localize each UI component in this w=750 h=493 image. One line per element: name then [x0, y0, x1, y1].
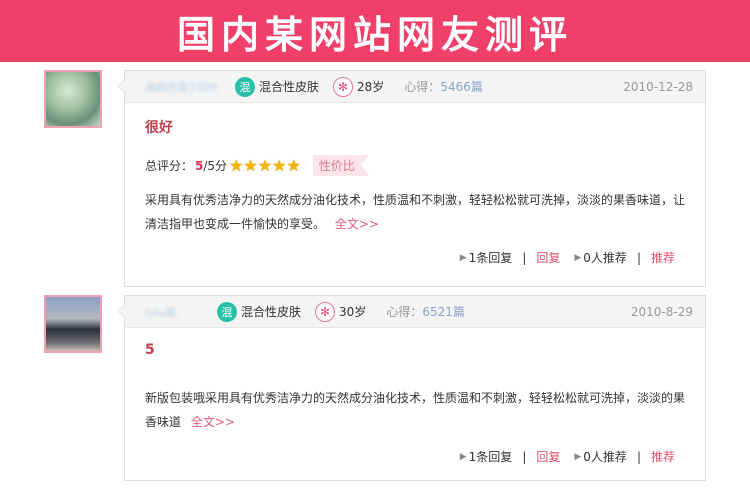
caret-right-icon: ▶: [574, 451, 582, 462]
experience-count[interactable]: 6521篇: [422, 303, 465, 320]
divider: |: [522, 449, 527, 464]
banner-title: 国内某网站网友测评: [176, 12, 573, 57]
experience-count[interactable]: 5466篇: [440, 78, 483, 95]
star-icon: ★: [243, 155, 258, 175]
recommend-count: 0人推荐: [583, 251, 627, 265]
skin-type-label: 混合性皮肤: [259, 80, 320, 94]
avatar[interactable]: [44, 70, 102, 128]
review-actions: ▶ 1条回复 | 回复 ▶ 0人推荐 | 推荐: [460, 249, 675, 266]
caret-right-icon: ▶: [459, 252, 467, 263]
recommend-count: 0人推荐: [583, 450, 627, 464]
experience-label: 心得：: [404, 80, 441, 94]
review-body: 采用具有优秀洁净力的天然成分油化技术，性质温和不刺激，轻轻松松就可洗掉，淡淡的果…: [145, 188, 687, 236]
skin-type-icon: 混: [235, 76, 255, 97]
age-icon: ✻: [315, 301, 336, 322]
read-more-link[interactable]: 全文>>: [191, 415, 235, 429]
review-card: lulu猫 混 混合性皮肤 ✻ 30岁 心得： 6521篇 2010-8-29 …: [117, 295, 706, 481]
experience-label: 心得：: [386, 305, 423, 319]
review-actions: ▶ 1条回复 | 回复 ▶ 0人推荐 | 推荐: [460, 448, 675, 465]
age-label: 28岁: [357, 80, 385, 94]
read-more-link[interactable]: 全文>>: [335, 217, 379, 231]
reply-count[interactable]: 1条回复: [469, 448, 513, 465]
page-banner: 国内某网站网友测评: [0, 0, 750, 62]
review-text: 采用具有优秀洁净力的天然成分油化技术，性质温和不刺激，轻轻松松就可洗掉，淡淡的果…: [145, 193, 686, 231]
star-icon: ★: [257, 155, 273, 175]
review-card: 海鸥的鱼1009 混 混合性皮肤 ✻ 28岁 心得： 5466篇 2010-12…: [117, 70, 706, 287]
username[interactable]: lulu猫: [145, 304, 217, 320]
reply-button[interactable]: 回复: [536, 249, 560, 266]
review-date: 2010-8-29: [630, 304, 693, 319]
age-icon: ✻: [333, 76, 354, 97]
age-label: 30岁: [339, 305, 367, 319]
avatar[interactable]: [44, 295, 102, 353]
reply-button[interactable]: 回复: [536, 448, 560, 465]
caret-right-icon: ▶: [459, 451, 467, 462]
recommend-button[interactable]: 推荐: [651, 448, 675, 465]
score-max: /5分: [203, 159, 228, 173]
review-tag[interactable]: 性价比: [312, 155, 369, 176]
review-header: lulu猫 混 混合性皮肤 ✻ 30岁 心得： 6521篇 2010-8-29: [125, 296, 705, 328]
star-icon: ★: [229, 155, 244, 175]
username[interactable]: 海鸥的鱼1009: [145, 79, 235, 95]
star-icon: ★: [272, 155, 287, 175]
recommend-button[interactable]: 推荐: [651, 249, 675, 266]
divider: |: [636, 250, 641, 265]
review-body: 新版包装哦采用具有优秀洁净力的天然成分油化技术，性质温和不刺激，轻轻松松就可洗掉…: [145, 386, 687, 434]
star-icon: ★: [286, 155, 301, 175]
score-value: 5: [195, 158, 204, 173]
divider: |: [636, 449, 641, 464]
divider: |: [522, 250, 527, 265]
score-label: 总评分：: [145, 159, 194, 173]
skin-type-label: 混合性皮肤: [241, 305, 302, 319]
review-title: 很好: [145, 120, 173, 136]
reply-count[interactable]: 1条回复: [469, 249, 513, 266]
caret-right-icon: ▶: [574, 252, 582, 263]
review-title: 5: [145, 342, 155, 358]
star-rating: ★ ★ ★ ★ ★: [229, 155, 301, 175]
review-header: 海鸥的鱼1009 混 混合性皮肤 ✻ 28岁 心得： 5466篇 2010-12…: [125, 71, 705, 103]
skin-type-icon: 混: [217, 301, 237, 322]
score-row: 总评分： 5 /5分 ★ ★ ★ ★ ★ 性价比: [145, 155, 705, 176]
review-date: 2010-12-28: [623, 79, 693, 94]
